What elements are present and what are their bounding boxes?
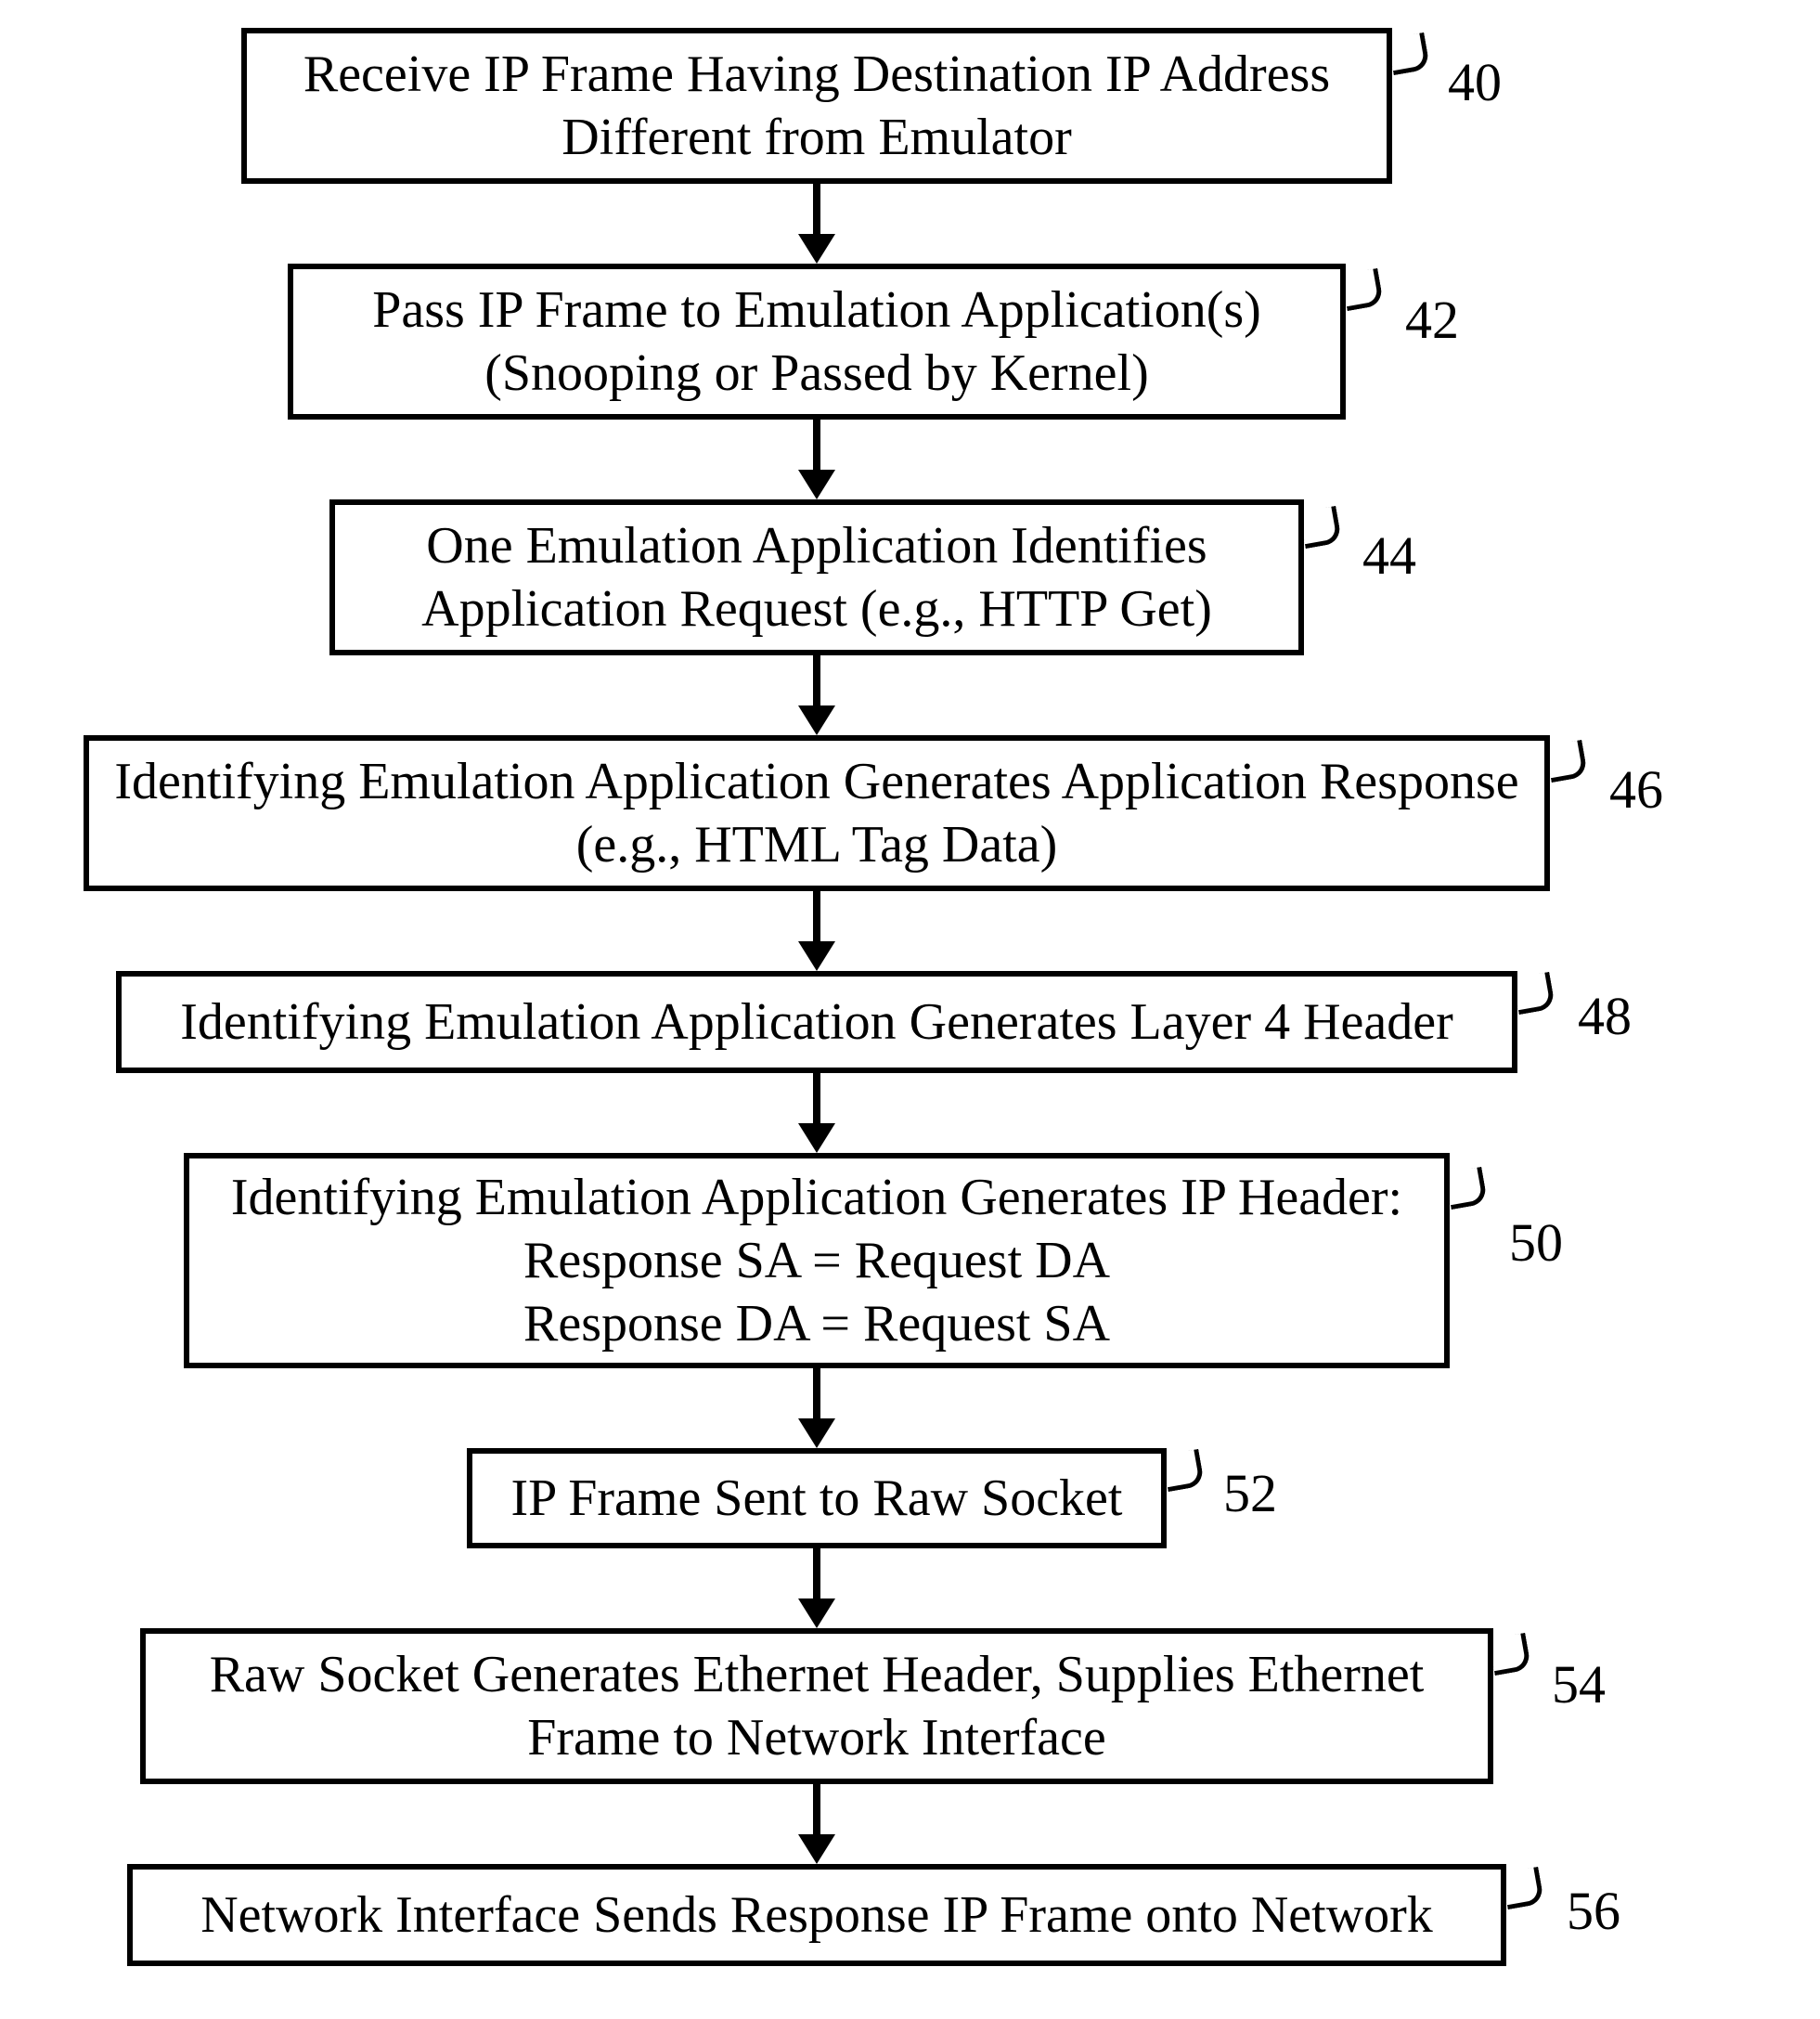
step-48-text: Identifying Emulation Application Genera… <box>180 990 1453 1054</box>
step-54-box: Raw Socket Generates Ethernet Header, Su… <box>140 1628 1493 1784</box>
step-46-number: 46 <box>1609 763 1663 817</box>
step-54-text: Raw Socket Generates Ethernet Header, Su… <box>210 1643 1425 1770</box>
step-42-text: Pass IP Frame to Emulation Application(s… <box>372 278 1261 406</box>
tick-52 <box>1162 1449 1205 1492</box>
step-50-box: Identifying Emulation Application Genera… <box>184 1153 1450 1368</box>
tick-54 <box>1489 1633 1531 1676</box>
step-50-text: Identifying Emulation Application Genera… <box>231 1166 1402 1356</box>
step-52-box: IP Frame Sent to Raw Socket <box>467 1448 1167 1548</box>
step-40-text: Receive IP Frame Having Destination IP A… <box>303 43 1330 170</box>
tick-56 <box>1502 1867 1544 1909</box>
step-56-number: 56 <box>1567 1884 1620 1938</box>
step-40-box: Receive IP Frame Having Destination IP A… <box>241 28 1392 184</box>
step-54-number: 54 <box>1552 1658 1606 1712</box>
step-52-text: IP Frame Sent to Raw Socket <box>511 1467 1123 1530</box>
tick-42 <box>1341 268 1384 311</box>
step-44-number: 44 <box>1362 529 1416 583</box>
tick-48 <box>1513 972 1555 1015</box>
flowchart-canvas: Receive IP Frame Having Destination IP A… <box>0 0 1820 2019</box>
step-48-box: Identifying Emulation Application Genera… <box>116 971 1517 1073</box>
step-46-text: Identifying Emulation Application Genera… <box>114 750 1518 877</box>
step-42-number: 42 <box>1405 293 1459 347</box>
step-48-number: 48 <box>1578 990 1632 1043</box>
tick-50 <box>1445 1167 1488 1210</box>
step-52-number: 52 <box>1223 1467 1277 1521</box>
step-46-box: Identifying Emulation Application Genera… <box>84 735 1550 891</box>
step-40-number: 40 <box>1448 56 1502 110</box>
tick-40 <box>1388 32 1430 75</box>
step-42-box: Pass IP Frame to Emulation Application(s… <box>288 264 1346 420</box>
step-50-number: 50 <box>1509 1216 1563 1270</box>
step-44-box: One Emulation Application Identifies App… <box>329 499 1304 655</box>
tick-44 <box>1299 506 1342 549</box>
step-44-text: One Emulation Application Identifies App… <box>421 514 1212 641</box>
step-56-box: Network Interface Sends Response IP Fram… <box>127 1864 1506 1966</box>
tick-46 <box>1545 740 1588 783</box>
step-56-text: Network Interface Sends Response IP Fram… <box>200 1883 1433 1947</box>
